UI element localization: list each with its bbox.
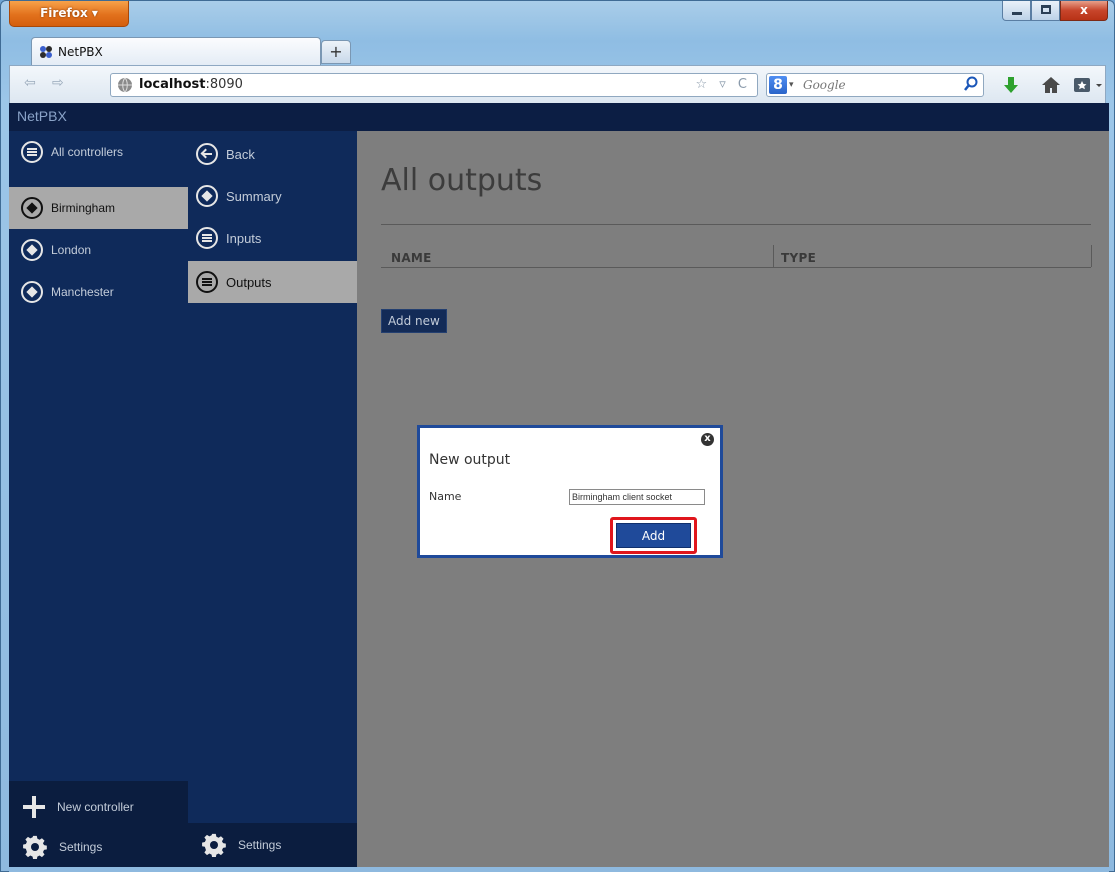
diamond-icon	[21, 281, 43, 303]
sub-nav-inputs[interactable]: Inputs	[188, 219, 357, 257]
download-arrow-icon[interactable]	[1000, 74, 1022, 96]
close-icon[interactable]: x	[701, 433, 714, 446]
plus-icon	[23, 796, 45, 818]
page-viewport: NetPBX All controllers Birmingham London…	[9, 103, 1109, 867]
column-header-name[interactable]: NAME	[391, 251, 432, 265]
minimize-button[interactable]	[1002, 1, 1031, 21]
globe-icon	[118, 77, 132, 93]
sub-nav-footer: Settings	[188, 823, 357, 867]
list-icon	[196, 227, 218, 249]
title-bar: Firefox ▾ x	[1, 1, 1114, 35]
settings-label: Settings	[59, 840, 103, 854]
url-bar[interactable]: localhost:8090 ☆ ▿ C	[110, 73, 758, 97]
forward-arrow-icon[interactable]: ⇨	[52, 75, 64, 91]
column-header-type[interactable]: TYPE	[781, 251, 816, 265]
maximize-icon	[1041, 5, 1051, 14]
controller-sub-nav: Back Summary Inputs Outputs Settings	[188, 131, 357, 867]
minimize-icon	[1012, 12, 1022, 15]
column-separator	[773, 245, 774, 267]
sidebar-item-london[interactable]: London	[9, 231, 188, 269]
sidebar-item-label: Birmingham	[51, 201, 116, 215]
url-port: :8090	[205, 77, 243, 92]
back-arrow-icon[interactable]: ⇦	[24, 75, 36, 91]
controllers-sidebar: All controllers Birmingham London Manche…	[9, 131, 188, 867]
sidebar-item-all-controllers[interactable]: All controllers	[9, 133, 188, 171]
settings-button[interactable]: Settings	[9, 827, 188, 867]
firefox-menu-button[interactable]: Firefox ▾	[9, 1, 129, 27]
diamond-icon	[21, 239, 43, 261]
sub-nav-label: Outputs	[226, 274, 272, 290]
app-title: NetPBX	[17, 108, 67, 124]
add-new-button[interactable]: Add new	[381, 309, 447, 333]
settings-button-secondary[interactable]: Settings	[188, 825, 357, 865]
sub-nav-summary[interactable]: Summary	[188, 177, 357, 215]
page-title: All outputs	[381, 163, 543, 198]
tab-title: NetPBX	[58, 44, 103, 59]
back-icon	[196, 143, 218, 165]
diamond-icon	[196, 185, 218, 207]
gear-icon	[23, 835, 47, 859]
app-header: NetPBX	[9, 103, 1109, 131]
google-logo-icon[interactable]: 8	[769, 76, 787, 94]
netpbx-favicon-icon	[38, 44, 54, 60]
search-icon[interactable]	[963, 76, 979, 92]
header-divider	[381, 267, 1091, 268]
column-separator	[1091, 245, 1092, 267]
tab-netpbx[interactable]: NetPBX	[31, 37, 321, 65]
sub-nav-label: Inputs	[226, 230, 262, 246]
sidebar-item-label: All controllers	[51, 145, 124, 159]
navigation-bar: ⇦ ⇨ localhost:8090 ☆ ▿ C 8 ▾ Google	[9, 65, 1106, 103]
name-input[interactable]: Birmingham client socket	[569, 489, 705, 505]
new-controller-button[interactable]: New controller	[9, 787, 188, 827]
new-controller-label: New controller	[57, 800, 134, 814]
bookmarks-icon[interactable]	[1072, 74, 1106, 96]
sub-nav-outputs[interactable]: Outputs	[188, 261, 357, 303]
close-window-button[interactable]: x	[1060, 1, 1108, 21]
url-actions[interactable]: ☆ ▿ C	[695, 74, 751, 96]
sub-nav-back[interactable]: Back	[188, 135, 357, 173]
add-button[interactable]: Add	[616, 523, 691, 548]
sidebar-item-label: London	[51, 243, 92, 257]
maximize-button[interactable]	[1031, 1, 1060, 21]
sidebar-footer: New controller Settings	[9, 781, 188, 867]
new-output-dialog: x New output Name Birmingham client sock…	[417, 425, 723, 558]
sub-nav-label: Summary	[226, 188, 282, 204]
list-icon	[21, 141, 43, 163]
search-engine-dropdown-icon[interactable]: ▾	[789, 74, 794, 96]
url-host: localhost	[139, 77, 206, 92]
sidebar-item-birmingham[interactable]: Birmingham	[9, 187, 188, 229]
sidebar-item-label: Manchester	[51, 285, 114, 299]
new-tab-button[interactable]: +	[321, 40, 351, 64]
sub-nav-label: Back	[226, 146, 255, 162]
sidebar-item-manchester[interactable]: Manchester	[9, 273, 188, 311]
home-icon[interactable]	[1040, 74, 1062, 96]
name-label: Name	[429, 490, 462, 503]
window-controls: x	[1002, 1, 1108, 21]
window-bottom-border	[9, 867, 1109, 872]
diamond-icon	[21, 197, 43, 219]
dialog-title: New output	[429, 452, 511, 468]
tab-bar: NetPBX +	[31, 37, 351, 65]
list-icon	[196, 271, 218, 293]
gear-icon	[202, 833, 226, 857]
settings-label: Settings	[238, 838, 282, 852]
browser-window: Firefox ▾ x NetPBX + ⇦ ⇨ localhost:8090 …	[0, 0, 1115, 872]
title-divider	[381, 224, 1091, 225]
search-bar[interactable]: 8 ▾ Google	[766, 73, 984, 97]
search-placeholder: Google	[803, 78, 846, 92]
